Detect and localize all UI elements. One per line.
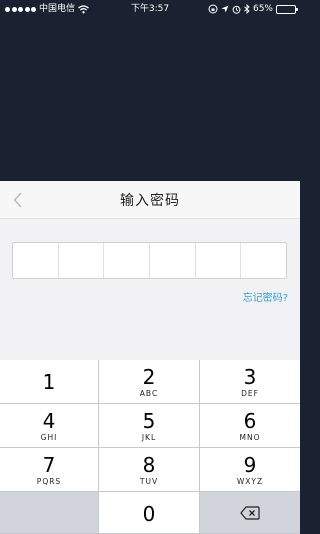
pin-digit-cell — [241, 243, 286, 278]
key-letters: WXYZ — [236, 476, 264, 486]
key-2[interactable]: 2 ABC — [99, 360, 200, 404]
status-left: 中国电信 — [5, 0, 89, 18]
numeric-keypad: 1 2 ABC 3 DEF 4 GHI 5 JKL 6 MNO 7 PQRS 8 TUV 9W… — [0, 360, 300, 534]
key-4[interactable]: 4 GHI — [0, 404, 99, 448]
key-digit: 3 — [243, 364, 257, 389]
location-icon — [221, 5, 229, 13]
carrier-name: 中国电信 — [39, 4, 76, 14]
key-digit: 2 — [142, 364, 156, 389]
key-letters: TUV — [139, 476, 159, 486]
key-letters: PQRS — [36, 476, 62, 486]
pin-digit-cell — [59, 243, 105, 278]
key-letters: DEF — [241, 388, 259, 398]
key-8[interactable]: 8 TUV — [99, 448, 200, 492]
key-6[interactable]: 6 MNO — [200, 404, 300, 448]
forgot-password-link[interactable]: 忘记密码? — [243, 289, 288, 304]
pin-input[interactable] — [12, 242, 287, 279]
key-3[interactable]: 3 DEF — [200, 360, 300, 404]
battery-icon — [276, 4, 298, 14]
wifi-icon — [78, 4, 89, 13]
lock-rotation-icon — [208, 4, 218, 14]
bluetooth-icon — [244, 4, 250, 14]
chevron-left-icon[interactable] — [8, 190, 26, 210]
pin-digit-cell — [104, 243, 151, 278]
key-letters: GHI — [40, 432, 58, 442]
signal-strength-icon — [5, 6, 36, 12]
alarm-icon — [232, 5, 241, 14]
key-digit: 7 — [42, 452, 56, 477]
key-digit: 6 — [243, 408, 257, 433]
backspace-icon — [240, 505, 260, 520]
key-letters: JKL — [141, 432, 157, 442]
key-digit: 5 — [142, 408, 156, 433]
key-0[interactable]: 0 — [99, 492, 200, 534]
key-digit: 4 — [42, 408, 56, 433]
key-1[interactable]: 1 — [0, 360, 99, 404]
key-digit: 9 — [243, 452, 257, 477]
status-right: 65% — [208, 0, 298, 18]
key-7[interactable]: 7 PQRS — [0, 448, 99, 492]
key-letters: ABC — [139, 388, 159, 398]
key-9[interactable]: 9 WXYZ — [200, 448, 300, 492]
key-digit: 0 — [142, 501, 156, 526]
status-bar: 中国电信 下午3:57 65% — [0, 0, 300, 18]
key-blank — [0, 492, 99, 534]
key-digit: 8 — [142, 452, 156, 477]
key-5[interactable]: 5 JKL — [99, 404, 200, 448]
sheet-title: 输入密码 — [120, 192, 180, 209]
pin-digit-cell — [13, 243, 59, 278]
sheet-header: 输入密码 — [0, 181, 300, 219]
key-digit: 1 — [42, 369, 56, 394]
key-letters: MNO — [239, 432, 261, 442]
pin-digit-cell — [196, 243, 242, 278]
delete-key[interactable] — [200, 492, 300, 534]
pin-digit-cell — [150, 243, 196, 278]
battery-percent: 65% — [252, 4, 273, 14]
